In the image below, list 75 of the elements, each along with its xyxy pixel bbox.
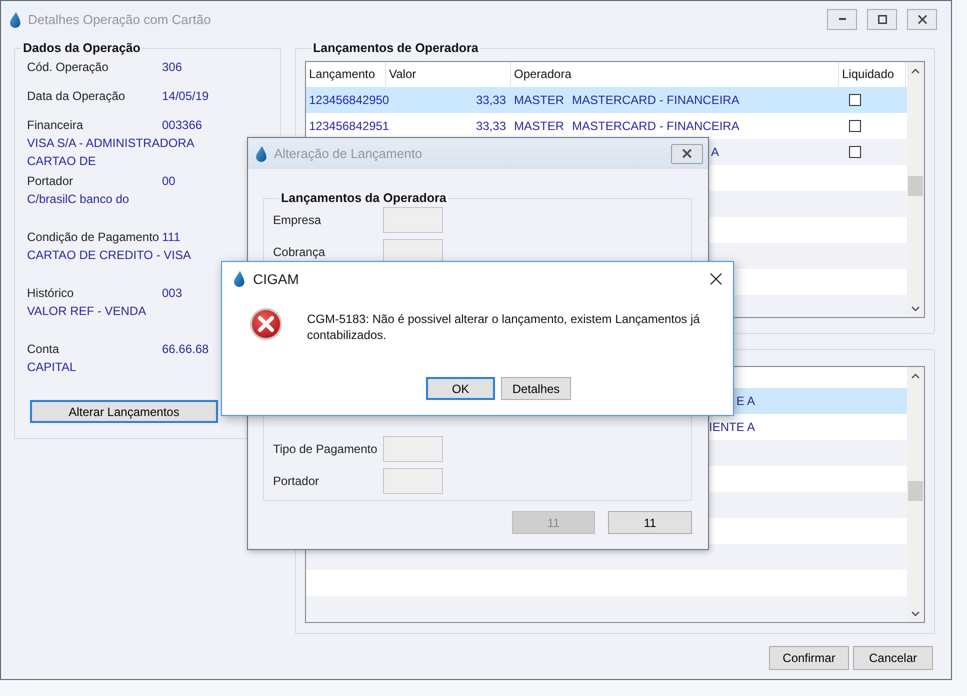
dialog-button[interactable]: 11 [608,511,692,534]
field-label: Empresa [273,213,322,227]
table-cell-text: 33,33 [474,119,507,133]
group-title: Lançamentos de Operadora [312,41,480,55]
drop-logo-icon [8,10,22,28]
scroll-down-icon [911,306,920,312]
field-label: Condição de Pagamento [27,229,160,246]
field-label: Portador [27,173,74,190]
field-value: 306 [162,59,182,76]
maximize-button[interactable] [867,8,897,30]
error-message: CGM-5183: Não é possivel alterar o lançamento, existem Lançamentos já contabilizados. [307,311,701,344]
field-label: Conta [27,341,60,358]
table-cell-text: MASTER [513,119,566,133]
close-button[interactable] [907,8,937,30]
checkbox[interactable] [849,94,861,106]
checkbox[interactable] [849,120,861,132]
scrollbar[interactable] [907,62,924,317]
scroll-thumb[interactable] [908,176,923,196]
field-value: 111 [162,229,180,246]
footer-button[interactable]: Confirmar [769,646,849,670]
input-field[interactable] [383,207,443,233]
error-icon [249,307,283,341]
field-label: Tipo de Pagamento [273,442,378,456]
table-row[interactable]: 123456842950 33,33 MASTER MASTERCARD - FINANCEIRA [306,87,907,113]
field-label: Histórico [27,285,75,302]
scroll-down-icon [911,610,920,616]
maximize-icon [878,14,886,24]
field-label: Cód. Operação [27,59,110,76]
table-cell: E A [736,394,755,408]
drop-logo-icon [232,270,246,287]
close-button[interactable] [671,144,703,164]
checkbox[interactable] [849,146,861,158]
table-cell-text: 123456842951 [308,119,386,133]
close-icon [682,149,692,158]
dialog-title: CIGAM [253,270,300,286]
field-label: Cobrança [273,245,326,259]
field-description: VISA S/A - ADMINISTRADORA CARTAO DE [27,135,196,170]
minimize-button[interactable] [827,8,857,30]
drop-logo-icon [254,145,268,162]
close-icon [918,14,926,24]
group-title: Dados da Operação [22,41,142,55]
alter-button[interactable]: Alterar Lançamentos [30,400,218,423]
dialog-button[interactable]: OK [426,377,495,400]
scroll-up-icon [911,68,920,74]
group-title: Lançamentos da Operadora [280,191,448,205]
field-label: Data da Operação [27,88,126,105]
field-description: VALOR REF - VENDA [27,303,148,320]
input-field[interactable] [383,468,443,494]
window-title: Detalhes Operação com Cartão [28,12,212,26]
close-icon[interactable] [709,272,723,286]
scroll-up-icon [911,372,920,378]
field-label: Financeira [27,117,84,134]
field-value: 003 [162,285,182,302]
footer-button[interactable]: Cancelar [853,646,933,670]
field-description: CARTAO DE CREDITO - VISA [27,247,192,264]
dialog-title: Alteração de Lançamento [274,146,424,161]
table-cell: IENTE A [708,420,755,434]
minimize-icon [838,18,846,20]
table-cell-text: 123456842950 [308,93,386,107]
input-field[interactable] [383,436,443,462]
table-cell-text: 33,33 [474,93,507,107]
scrollbar[interactable] [907,367,924,622]
table-cell-text: MASTERCARD - FINANCEIRA [571,119,740,133]
scroll-thumb[interactable] [908,481,923,501]
field-value: 00 [162,173,176,190]
dialog-button[interactable]: Detalhes [501,377,571,400]
field-value: 14/05/19 [162,88,209,105]
field-label: Portador [273,474,320,488]
table-cell-text: MASTERCARD - FINANCEIRA [571,93,740,107]
table-cell: A [710,145,719,159]
table-cell-text: MASTER [513,93,566,107]
field-description: CAPITAL [27,359,78,376]
field-value: 66.66.68 [162,341,209,358]
field-value: 003366 [162,117,202,134]
field-description: C/brasilC banco do [27,191,130,208]
